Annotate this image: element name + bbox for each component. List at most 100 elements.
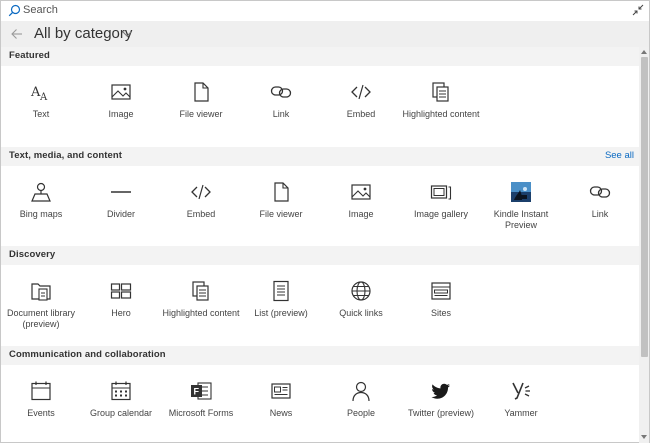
sites-icon	[430, 280, 452, 302]
tile-events[interactable]: Events	[2, 380, 80, 443]
tile-label: Sites	[430, 308, 451, 318]
tile-label: Highlighted content	[162, 308, 240, 318]
embed-icon	[190, 181, 212, 203]
section-header-text-media-content: Text, media, and content See all	[1, 147, 639, 166]
tile-list[interactable]: List (preview)	[242, 280, 320, 350]
highlighted-content-icon	[190, 280, 212, 302]
section-header-communication-collaboration: Communication and collaboration	[1, 346, 639, 365]
tile-news[interactable]: News	[242, 380, 320, 443]
web-part-list: Featured AA Text Image File viewer Link	[1, 47, 639, 443]
section-header-discovery: Discovery	[1, 246, 639, 265]
link-icon	[270, 81, 292, 103]
tile-sites[interactable]: Sites	[402, 280, 480, 350]
events-icon	[30, 380, 52, 402]
tile-link[interactable]: Link	[561, 181, 639, 251]
tile-divider[interactable]: Divider	[82, 181, 160, 251]
tile-image[interactable]: Image	[322, 181, 400, 251]
tile-label: News	[269, 408, 293, 418]
tile-label: Image	[348, 209, 374, 219]
tile-label: Kindle Instant Preview	[493, 209, 549, 230]
scrollbar-thumb[interactable]	[641, 57, 648, 357]
tile-embed[interactable]: Embed	[162, 181, 240, 251]
tile-label: Events	[27, 408, 55, 418]
collapse-icon[interactable]	[632, 4, 644, 16]
tile-kindle-instant-preview[interactable]: Kindle Instant Preview	[482, 181, 560, 251]
tile-label: Divider	[106, 209, 135, 219]
svg-text:F: F	[194, 387, 200, 397]
tile-label: Bing maps	[19, 209, 63, 219]
tile-label: Quick links	[339, 308, 383, 318]
category-dropdown[interactable]: All by category	[34, 25, 132, 43]
kindle-icon	[510, 181, 532, 203]
file-icon	[270, 181, 292, 203]
search-input[interactable]: Search	[23, 3, 58, 17]
tile-image-gallery[interactable]: Image gallery	[402, 181, 480, 251]
text-icon: AA	[30, 81, 52, 103]
see-all-link[interactable]: See all	[605, 150, 634, 162]
scroll-up-icon[interactable]	[641, 49, 647, 55]
list-icon	[270, 280, 292, 302]
vertical-scrollbar[interactable]	[639, 47, 649, 443]
image-gallery-icon	[430, 181, 452, 203]
tile-image[interactable]: Image	[82, 81, 160, 151]
tile-people[interactable]: People	[322, 380, 400, 443]
back-arrow-icon[interactable]	[11, 28, 23, 40]
web-part-toolbox: Search All by category Featured AA Text	[0, 0, 650, 443]
tile-label: Embed	[346, 109, 376, 119]
tile-twitter[interactable]: Twitter (preview)	[402, 380, 480, 443]
category-header: All by category	[1, 21, 649, 47]
tile-label: Hero	[111, 308, 131, 318]
tile-bing-maps[interactable]: Bing maps	[2, 181, 80, 251]
image-icon	[110, 81, 132, 103]
document-library-icon	[30, 280, 52, 302]
link-icon	[589, 181, 611, 203]
forms-icon: F	[190, 380, 212, 402]
hero-icon	[110, 280, 132, 302]
chevron-down-icon[interactable]	[122, 30, 132, 38]
section-title: Featured	[9, 50, 50, 61]
tile-label: Link	[272, 109, 290, 119]
people-icon	[350, 380, 372, 402]
news-icon	[270, 380, 292, 402]
tile-label: File viewer	[179, 109, 223, 119]
twitter-icon	[430, 380, 452, 402]
tile-file-viewer[interactable]: File viewer	[242, 181, 320, 251]
file-icon	[190, 81, 212, 103]
tile-label: Group calendar	[89, 408, 153, 418]
tile-yammer[interactable]: Yammer	[482, 380, 560, 443]
tile-embed[interactable]: Embed	[322, 81, 400, 151]
tile-label: Document library (preview)	[6, 308, 76, 329]
tile-label: Embed	[186, 209, 216, 219]
yammer-icon	[510, 380, 532, 402]
tile-highlighted-content[interactable]: Highlighted content	[402, 81, 480, 151]
image-icon	[350, 181, 372, 203]
embed-icon	[350, 81, 372, 103]
search-bar[interactable]: Search	[1, 1, 649, 20]
calendar-icon	[110, 380, 132, 402]
tile-quick-links[interactable]: Quick links	[322, 280, 400, 350]
section-title: Communication and collaboration	[9, 349, 166, 360]
tile-label: Link	[591, 209, 609, 219]
svg-text:A: A	[39, 92, 48, 103]
tile-file-viewer[interactable]: File viewer	[162, 81, 240, 151]
tile-group-calendar[interactable]: Group calendar	[82, 380, 160, 443]
tile-microsoft-forms[interactable]: F Microsoft Forms	[162, 380, 240, 443]
tile-link[interactable]: Link	[242, 81, 320, 151]
globe-icon	[350, 280, 372, 302]
tile-label: Image gallery	[413, 209, 469, 219]
tile-label: Microsoft Forms	[168, 408, 234, 418]
tile-label: Image	[108, 109, 134, 119]
tile-hero[interactable]: Hero	[82, 280, 160, 350]
tile-text[interactable]: AA Text	[2, 81, 80, 151]
tile-label: File viewer	[259, 209, 303, 219]
tile-highlighted-content[interactable]: Highlighted content	[162, 280, 240, 350]
tile-document-library[interactable]: Document library (preview)	[2, 280, 80, 350]
tile-label: People	[346, 408, 376, 418]
tile-label: Twitter (preview)	[407, 408, 474, 418]
divider-icon	[110, 181, 132, 203]
section-title: Text, media, and content	[9, 150, 123, 161]
map-pin-icon	[30, 181, 52, 203]
scroll-down-icon[interactable]	[641, 434, 647, 440]
section-header-featured: Featured	[1, 47, 639, 66]
section-title: Discovery	[9, 249, 56, 260]
